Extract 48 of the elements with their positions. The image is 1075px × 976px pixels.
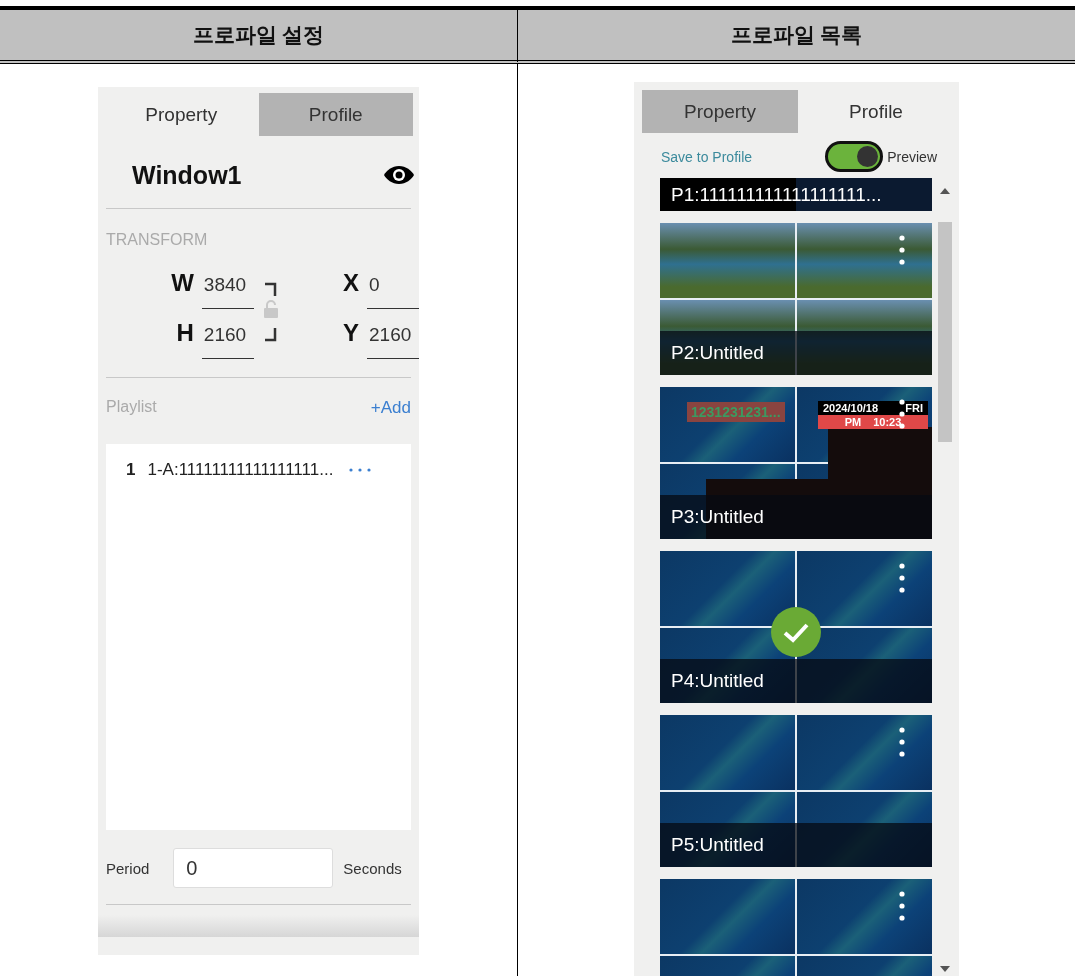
column-heading: 프로파일 설정 (0, 10, 518, 64)
more-icon[interactable] (899, 399, 905, 429)
save-link[interactable]: Save to Profile (661, 148, 753, 165)
period-field[interactable]: 0 (173, 848, 334, 888)
profile-thumbnail[interactable]: P5:Untitled (660, 715, 932, 867)
profile-thumbnail[interactable]: P2:Untitled (660, 223, 932, 375)
window-name: Window1 (132, 160, 242, 190)
scroll-thumb[interactable] (938, 222, 952, 442)
more-icon[interactable] (899, 235, 905, 265)
scroll-down-icon[interactable] (940, 966, 950, 972)
more-icon[interactable] (899, 563, 905, 593)
toggle-label: Preview (887, 148, 937, 165)
ticker-text: 1231231231... (687, 402, 785, 422)
profile-name: P4:Untitled (671, 670, 764, 692)
section-title: TRANSFORM (106, 231, 208, 248)
profile-name: P1:111111111111111111... (671, 183, 882, 206)
tab[interactable]: Profile (798, 90, 954, 133)
tab[interactable]: Profile (258, 93, 413, 136)
input-field[interactable]: 2160 (201, 324, 254, 359)
tab[interactable]: Property (642, 90, 798, 133)
profile-thumbnail[interactable]: 1231231231... 2024/10/18 FRI PM 10:23 P3:Untitled (660, 387, 932, 539)
profile-thumbnail[interactable]: P4:Untitled (660, 551, 932, 703)
period-label: Period (106, 859, 150, 877)
item-number: 1 (126, 460, 136, 480)
unit-label: Seconds (343, 859, 402, 877)
eye-icon[interactable] (383, 165, 415, 185)
profile-name: P3:Untitled (671, 506, 764, 528)
input-field[interactable]: 0 (367, 274, 419, 309)
more-icon[interactable] (899, 891, 905, 921)
playlist-item[interactable]: 1-A:11111111111111111... (147, 460, 334, 480)
column-heading: 프로파일 목록 (518, 10, 1075, 64)
playlist-title: Playlist (106, 398, 157, 417)
scroll-up-icon[interactable] (940, 188, 950, 194)
preview-toggle[interactable] (825, 141, 884, 172)
input-field[interactable]: 3840 (201, 274, 254, 309)
field-label: H (176, 319, 194, 348)
profile-name: P2:Untitled (671, 342, 764, 364)
field-label: W (171, 269, 194, 298)
more-icon[interactable] (899, 727, 905, 757)
input-field[interactable]: 2160 (367, 324, 419, 359)
tab[interactable]: Property (104, 93, 259, 136)
field-label: Y (343, 319, 359, 348)
add-link[interactable]: +Add (370, 398, 411, 418)
profile-thumbnail[interactable]: P1:111111111111111111... (660, 178, 932, 211)
field-label: X (343, 269, 359, 298)
check-icon (771, 607, 821, 657)
clock-widget: 2024/10/18 FRI PM 10:23 (818, 401, 928, 429)
profile-name: P5:Untitled (671, 834, 764, 856)
